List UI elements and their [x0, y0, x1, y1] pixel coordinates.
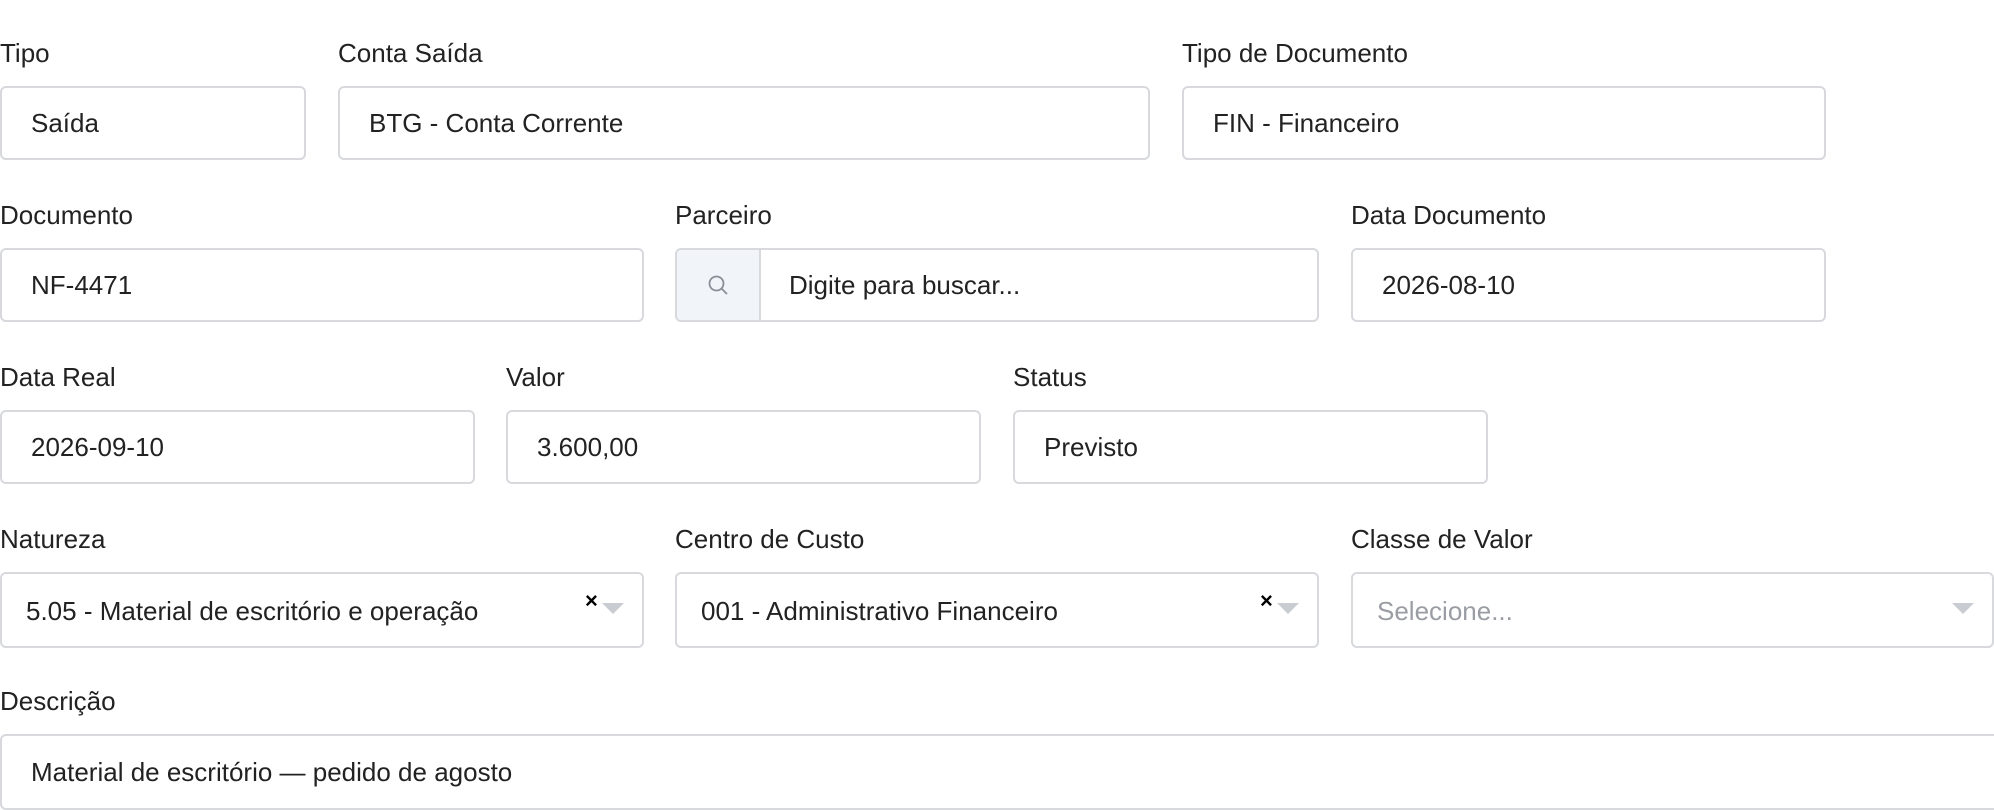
- parceiro-field: Parceiro Digite para buscar...: [675, 200, 1319, 322]
- data-real-value: 2026-09-10: [31, 431, 164, 462]
- centro-custo-select[interactable]: 001 - Administrativo Financeiro ×: [675, 572, 1319, 648]
- status-select[interactable]: Previsto: [1013, 410, 1488, 484]
- data-documento-value: 2026-08-10: [1382, 269, 1515, 300]
- data-real-label: Data Real: [0, 362, 116, 392]
- valor-field: Valor 3.600,00: [506, 362, 981, 484]
- tipo-documento-field: Tipo de Documento FIN - Financeiro: [1182, 38, 1826, 160]
- status-field: Status Previsto: [1013, 362, 1488, 484]
- classe-valor-label: Classe de Valor: [1351, 524, 1533, 554]
- documento-field: Documento NF-4471: [0, 200, 644, 322]
- tipo-value: Saída: [31, 107, 99, 138]
- conta-saida-value: BTG - Conta Corrente: [369, 107, 624, 138]
- valor-input[interactable]: 3.600,00: [506, 410, 981, 484]
- valor-value: 3.600,00: [537, 431, 639, 462]
- documento-label: Documento: [0, 200, 133, 230]
- search-icon: [677, 250, 761, 320]
- data-documento-label: Data Documento: [1351, 200, 1547, 230]
- classe-valor-chevron-down-icon[interactable]: [1952, 603, 1974, 614]
- natureza-label: Natureza: [0, 524, 106, 554]
- descricao-field: Descrição Material de escritório — pedid…: [0, 686, 1994, 810]
- classe-valor-field: Classe de Valor Selecione...: [1351, 524, 1994, 648]
- tipo-documento-label: Tipo de Documento: [1182, 38, 1408, 68]
- data-documento-input[interactable]: 2026-08-10: [1351, 248, 1826, 322]
- descricao-value: Material de escritório — pedido de agost…: [31, 756, 513, 787]
- classe-valor-select[interactable]: Selecione...: [1351, 572, 1994, 648]
- natureza-value: 5.05 - Material de escritório e operação: [26, 596, 479, 626]
- documento-input[interactable]: NF-4471: [0, 248, 644, 322]
- tipo-field: Tipo Saída: [0, 38, 306, 160]
- natureza-clear-icon[interactable]: ×: [585, 590, 598, 612]
- conta-saida-select[interactable]: BTG - Conta Corrente: [338, 86, 1150, 160]
- centro-custo-clear-icon[interactable]: ×: [1260, 590, 1273, 612]
- natureza-select[interactable]: 5.05 - Material de escritório e operação…: [0, 572, 644, 648]
- tipo-documento-value: FIN - Financeiro: [1213, 107, 1400, 138]
- data-real-field: Data Real 2026-09-10: [0, 362, 475, 484]
- descricao-input[interactable]: Material de escritório — pedido de agost…: [0, 734, 1994, 810]
- parceiro-label: Parceiro: [675, 200, 772, 230]
- classe-valor-placeholder: Selecione...: [1377, 596, 1513, 626]
- natureza-chevron-down-icon[interactable]: [602, 603, 624, 614]
- status-value: Previsto: [1044, 431, 1138, 462]
- valor-label: Valor: [506, 362, 565, 392]
- centro-custo-label: Centro de Custo: [675, 524, 865, 554]
- parceiro-search-input[interactable]: Digite para buscar...: [675, 248, 1319, 322]
- centro-custo-chevron-down-icon[interactable]: [1277, 603, 1299, 614]
- data-real-input[interactable]: 2026-09-10: [0, 410, 475, 484]
- status-label: Status: [1013, 362, 1087, 392]
- documento-value: NF-4471: [31, 269, 133, 300]
- centro-custo-value: 001 - Administrativo Financeiro: [701, 596, 1058, 626]
- conta-saida-label: Conta Saída: [338, 38, 483, 68]
- conta-saida-field: Conta Saída BTG - Conta Corrente: [338, 38, 1150, 160]
- descricao-label: Descrição: [0, 686, 116, 716]
- tipo-select[interactable]: Saída: [0, 86, 306, 160]
- tipo-label: Tipo: [0, 38, 50, 68]
- parceiro-placeholder: Digite para buscar...: [789, 269, 1021, 300]
- natureza-field: Natureza 5.05 - Material de escritório e…: [0, 524, 644, 648]
- data-documento-field: Data Documento 2026-08-10: [1351, 200, 1826, 322]
- centro-custo-field: Centro de Custo 001 - Administrativo Fin…: [675, 524, 1319, 648]
- tipo-documento-select[interactable]: FIN - Financeiro: [1182, 86, 1826, 160]
